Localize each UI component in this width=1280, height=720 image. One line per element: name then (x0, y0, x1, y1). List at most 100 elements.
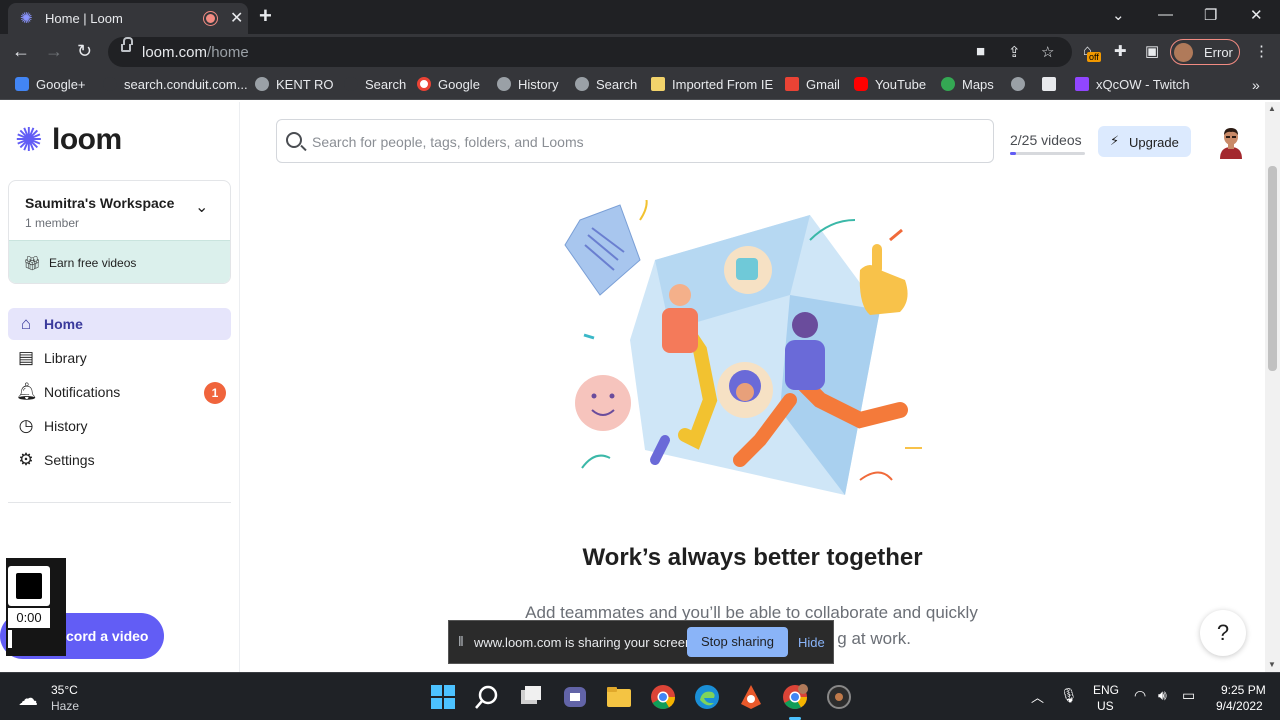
file-explorer-icon[interactable] (606, 684, 632, 710)
stop-recording-button[interactable] (8, 566, 50, 606)
volume-icon[interactable]: 🔊︎ (1158, 687, 1167, 704)
scrollbar-thumb[interactable] (1268, 166, 1277, 371)
bookmark-item[interactable]: Search (575, 77, 637, 92)
address-bar[interactable]: loom.com/home ■ ⇪ ☆ (108, 37, 1072, 67)
edge-icon[interactable] (694, 684, 720, 710)
screen-sharing-bar: ‖ www.loom.com is sharing your screen. S… (448, 620, 834, 664)
bookmark-item[interactable]: History (497, 77, 558, 92)
side-panel-icon[interactable]: ▣ (1145, 42, 1159, 60)
search-taskbar-icon[interactable] (474, 684, 500, 710)
sidebar-item-home[interactable]: ⌂ Home (8, 308, 231, 340)
bookmark-item[interactable]: Gmail (785, 77, 840, 92)
restore-icon[interactable]: ❐ (1204, 6, 1217, 24)
bookmark-item[interactable]: Google+ (15, 77, 86, 92)
chrome-menu-icon[interactable]: ⋮ (1254, 42, 1269, 60)
stop-sharing-button[interactable]: Stop sharing (687, 627, 788, 657)
new-tab-button[interactable]: + (259, 3, 272, 29)
browser-tab[interactable]: ✺ Home | Loom ✕ (8, 3, 248, 34)
teams-chat-icon[interactable] (562, 684, 588, 710)
bookmark-item[interactable]: KENT RO (255, 77, 334, 92)
tab-title: Home | Loom (45, 11, 123, 26)
home-icon: ⌂ (20, 314, 32, 333)
weather-condition[interactable]: Haze (51, 699, 79, 713)
tray-overflow-icon[interactable]: ︿ (1031, 687, 1044, 706)
globe-icon (255, 77, 269, 91)
library-icon: ▤ (17, 348, 35, 367)
extension-off-icon[interactable]: ⌂ off (1083, 42, 1101, 62)
puzzle-icon[interactable]: ✚ (1114, 42, 1127, 60)
bookmark-item[interactable] (1042, 77, 1063, 92)
workspace-members: 1 member (25, 216, 80, 230)
lightning-icon: ⚡︎ (1110, 133, 1120, 148)
camera-icon[interactable]: ■ (976, 43, 985, 60)
app-taskbar-icon[interactable] (738, 684, 764, 710)
reload-icon[interactable]: ↻ (77, 42, 92, 60)
bookmark-item[interactable]: YouTube (854, 77, 926, 92)
bookmark-item[interactable]: Imported From IE (651, 77, 773, 92)
recording-drag-handle[interactable] (8, 630, 12, 648)
lock-icon (121, 37, 133, 52)
weather-temperature[interactable]: 35°C (51, 683, 78, 697)
language-indicator[interactable]: ENG (1093, 683, 1119, 697)
youtube-icon (854, 77, 868, 91)
bookmark-item[interactable] (1011, 77, 1032, 92)
sidebar-item-history[interactable]: ◷ History (8, 410, 231, 442)
bookmark-icon (15, 77, 29, 91)
bookmark-star-icon[interactable]: ☆ (1041, 43, 1054, 61)
region-indicator[interactable]: US (1097, 699, 1114, 713)
wifi-icon[interactable]: ◠ (1134, 687, 1146, 704)
task-view-icon[interactable] (518, 684, 544, 710)
sidebar-item-settings[interactable]: ⚙ Settings (8, 444, 231, 476)
drag-grip-icon[interactable]: ‖ (458, 633, 464, 649)
battery-icon[interactable]: ▭ (1182, 687, 1195, 704)
earn-free-videos-button[interactable]: 🎁︎ Earn free videos (9, 240, 230, 283)
page-scrollbar[interactable]: ▲ ▼ (1265, 102, 1280, 672)
clock-date[interactable]: 9/4/2022 (1216, 699, 1263, 713)
tab-close-icon[interactable]: ✕ (230, 8, 243, 28)
video-count[interactable]: 2/25 videos (1010, 132, 1082, 148)
back-icon[interactable]: ← (12, 42, 30, 60)
sidebar-item-notifications[interactable]: 🔔︎ Notifications 1 (8, 376, 231, 408)
loom-page: ✺ loom Saumitra's Workspace 1 member ⌄ 🎁… (0, 102, 1280, 672)
clock-time[interactable]: 9:25 PM (1221, 683, 1266, 697)
bookmarks-bar: Google+ search.conduit.com... KENT RO Se… (0, 70, 1280, 100)
workspace-name: Saumitra's Workspace (25, 195, 175, 211)
workspace-switcher[interactable]: Saumitra's Workspace 1 member ⌄ 🎁︎ Earn … (8, 180, 231, 284)
bookmark-item[interactable]: Search (344, 77, 406, 92)
maps-icon (941, 77, 955, 91)
hide-sharing-button[interactable]: Hide (798, 635, 825, 650)
windows-start-icon[interactable] (430, 684, 456, 710)
sidebar-item-library[interactable]: ▤ Library (8, 342, 231, 374)
bookmark-icon (103, 77, 117, 91)
recording-control-widget: 0:00 (6, 558, 66, 656)
scroll-down-icon[interactable]: ▼ (1268, 660, 1276, 669)
help-button[interactable]: ? (1200, 610, 1246, 656)
window-close-icon[interactable]: ✕ (1250, 6, 1263, 24)
minimize-icon[interactable]: — (1158, 6, 1173, 23)
bookmarks-overflow-icon[interactable]: » (1252, 77, 1260, 93)
url-text[interactable]: loom.com/home (142, 44, 249, 61)
notification-badge: 1 (204, 382, 226, 404)
bookmark-item[interactable]: Google (417, 77, 480, 92)
loom-taskbar-icon[interactable] (826, 684, 852, 710)
chevron-down-icon[interactable]: ⌄ (195, 197, 208, 217)
search-input[interactable] (312, 131, 972, 153)
share-icon[interactable]: ⇪ (1008, 43, 1021, 61)
user-avatar[interactable] (1216, 125, 1246, 159)
bookmark-item[interactable]: Maps (941, 77, 994, 92)
globe-icon (497, 77, 511, 91)
profile-error-button[interactable]: Error (1170, 39, 1240, 65)
gear-icon: ⚙ (18, 450, 34, 469)
scroll-up-icon[interactable]: ▲ (1268, 104, 1276, 113)
chrome-taskbar-icon[interactable] (650, 684, 676, 710)
bookmark-item[interactable]: search.conduit.com... (103, 77, 248, 92)
bookmark-item[interactable]: xQcOW - Twitch (1075, 77, 1190, 92)
search-box[interactable] (276, 119, 994, 163)
chrome-profile-taskbar-icon[interactable] (782, 684, 808, 710)
tab-search-icon[interactable]: ⌄ (1112, 6, 1125, 24)
forward-icon[interactable]: → (45, 42, 63, 60)
weather-icon[interactable]: ☁ (18, 686, 44, 712)
loom-logo-icon: ✺ (15, 121, 43, 158)
upgrade-button[interactable]: ⚡︎ Upgrade (1098, 126, 1191, 157)
microphone-icon[interactable]: 🎙︎ (1060, 687, 1078, 704)
